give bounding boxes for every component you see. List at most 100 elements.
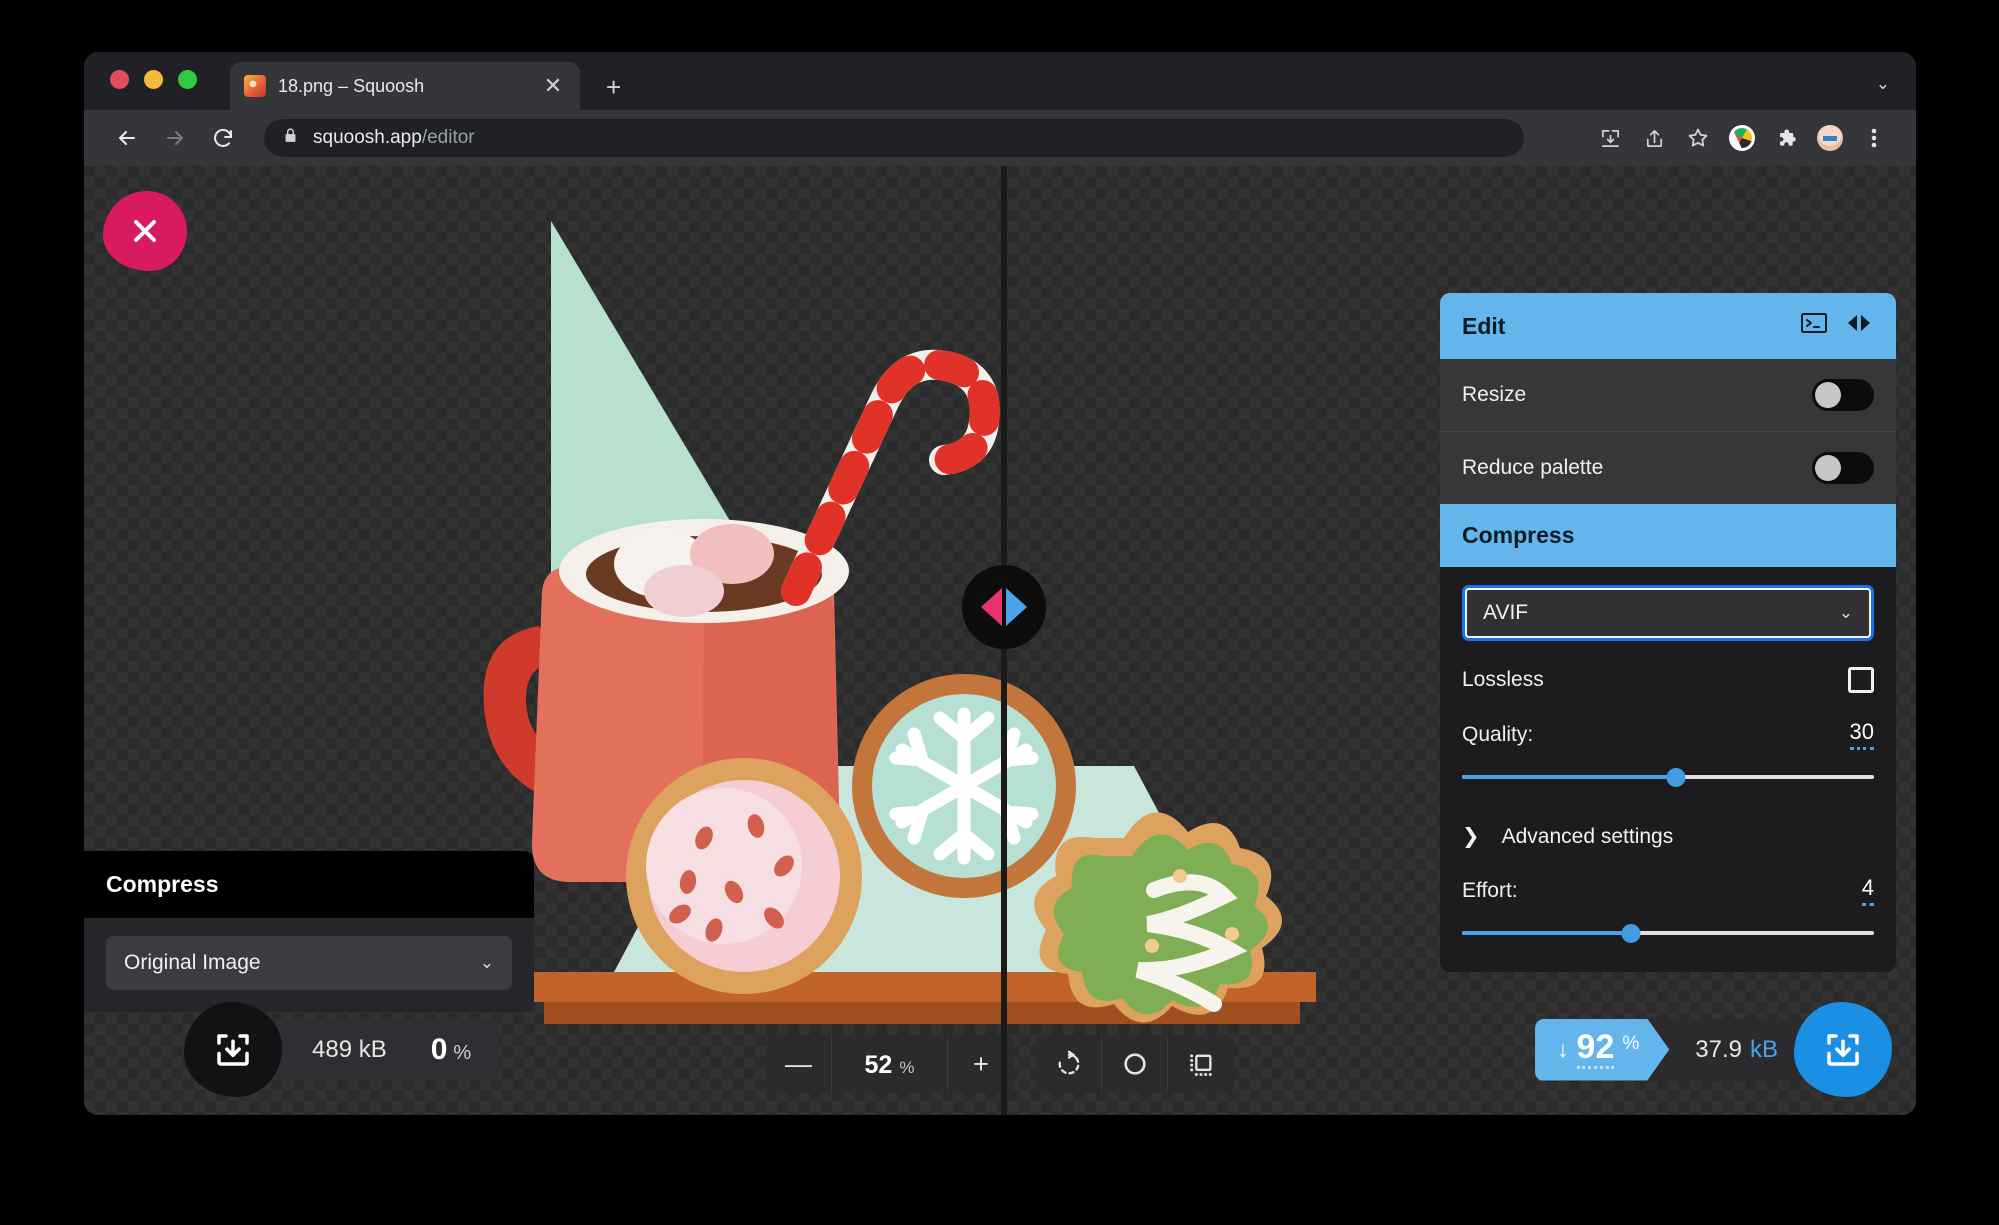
new-tab-button[interactable]: + [606,74,621,100]
quality-value[interactable]: 30 [1849,719,1874,750]
swap-left-right-icon[interactable] [1844,311,1874,341]
color-wheel-extension-icon[interactable] [1722,118,1762,158]
compress-panel-title: Compress [1462,522,1575,548]
lock-icon [282,127,299,149]
left-panel-body: Original Image ⌄ [84,918,534,1012]
percent-sign: % [453,1041,472,1064]
resize-toggle[interactable] [1812,379,1874,411]
zoom-group: — 52 % + [766,1035,1014,1093]
chevron-down-icon: ⌄ [1838,603,1853,622]
toggle-background-button[interactable] [1168,1035,1234,1093]
effort-row: Effort: 4 [1462,875,1874,906]
result-size-value: 37.9 [1695,1035,1742,1063]
right-settings-panel: Edit Resize Reduce palette Compress AVIF… [1440,293,1896,972]
percent-sign: % [899,1058,915,1077]
close-image-button[interactable] [103,191,187,271]
original-stats: 489 kB 0% [184,1002,500,1097]
zoom-level-value: 52 [864,1051,893,1079]
toggle-original-button[interactable] [1102,1035,1168,1093]
download-icon [1827,1033,1859,1066]
zoom-out-button[interactable]: — [766,1035,832,1093]
quality-label: Quality: [1462,722,1534,746]
codec-select-value: AVIF [1483,601,1529,624]
original-image-select-value: Original Image [124,951,261,974]
tab-strip: 18.png – Squoosh ✕ + ⌄ [84,52,1916,110]
browser-tab[interactable]: 18.png – Squoosh ✕ [230,62,580,110]
rotate-button[interactable] [1036,1035,1102,1093]
terminal-icon[interactable] [1800,311,1828,341]
original-percent: 0 [430,1032,448,1066]
browser-toolbar: squoosh.app/editor [84,110,1916,166]
extensions-puzzle-icon[interactable] [1766,118,1806,158]
effort-slider[interactable] [1462,920,1874,946]
squoosh-editor: Compress Original Image ⌄ 489 kB 0% — 52… [84,166,1916,1115]
advanced-settings-toggle[interactable]: ❯ Advanced settings [1462,824,1874,849]
install-app-icon[interactable] [1590,118,1630,158]
chevron-right-icon: ❯ [1462,825,1480,848]
effort-label: Effort: [1462,878,1518,902]
edit-panel-body: Resize Reduce palette [1440,359,1896,504]
original-image-select[interactable]: Original Image ⌄ [106,936,512,990]
share-icon[interactable] [1634,118,1674,158]
lossless-row: Lossless [1462,667,1874,693]
squoosh-favicon-icon [244,75,266,97]
zoom-level-input[interactable]: 52 % [832,1035,948,1093]
traffic-lights [110,70,197,89]
download-original-button[interactable] [184,1002,282,1097]
split-left-arrow-icon [980,588,1002,627]
view-tools-group [1036,1035,1234,1093]
window-maximize-dot[interactable] [178,70,197,89]
download-result-button[interactable] [1794,1002,1892,1097]
advanced-settings-label: Advanced settings [1501,824,1674,848]
browser-window: 18.png – Squoosh ✕ + ⌄ squoosh.app/edito… [84,52,1916,1115]
result-percent: 92 [1577,1030,1615,1069]
edit-header-icons [1800,311,1874,341]
chevron-down-icon[interactable]: ⌄ [1876,74,1890,94]
compress-panel-body: AVIF ⌄ Lossless Quality: 30 ❯ Advanced s… [1440,567,1896,972]
quality-slider-fill [1462,775,1677,779]
percent-sign: % [1622,1032,1640,1054]
toolbar-actions [1590,118,1894,158]
reduce-palette-toggle[interactable] [1812,452,1874,484]
effort-slider-fill [1462,931,1631,935]
effort-value[interactable]: 4 [1861,875,1874,906]
result-size-unit: kB [1749,1035,1778,1063]
comparison-split-handle[interactable] [961,565,1046,650]
edit-panel-title: Edit [1462,312,1506,339]
chevron-down-icon: ⌄ [479,953,494,972]
url-text: squoosh.app/editor [313,127,475,149]
reduce-palette-label: Reduce palette [1462,456,1604,479]
quality-slider-knob[interactable] [1666,768,1686,787]
left-panel-title: Compress [84,851,534,918]
lossless-label: Lossless [1462,668,1544,691]
address-bar[interactable]: squoosh.app/editor [264,119,1524,157]
back-button[interactable] [106,117,148,159]
tab-close-icon[interactable]: ✕ [540,75,566,97]
window-minimize-dot[interactable] [144,70,163,89]
effort-slider-knob[interactable] [1621,924,1641,943]
window-close-dot[interactable] [110,70,129,89]
left-compress-panel: Compress Original Image ⌄ [84,851,534,1012]
rotate-icon [1058,1050,1080,1075]
bookmark-star-icon[interactable] [1678,118,1718,158]
result-percent-chip: ↓ 92 % [1535,1019,1669,1081]
resize-row: Resize [1440,359,1896,431]
result-size: 37.9 kB [1669,1019,1810,1081]
url-host: squoosh.app [313,127,422,148]
close-icon [134,220,156,242]
resize-label: Resize [1462,383,1527,406]
download-icon [217,1033,249,1066]
quality-slider[interactable] [1462,764,1874,790]
reload-button[interactable] [202,117,244,159]
original-size-text: 489 kB [312,1035,387,1063]
browser-menu-icon[interactable] [1854,118,1894,158]
split-right-arrow-icon [1005,588,1027,627]
codec-select[interactable]: AVIF ⌄ [1462,585,1874,641]
result-stats: ↓ 92 % 37.9 kB [1535,1002,1892,1097]
toggle-background-icon [1190,1054,1212,1077]
down-arrow-icon: ↓ [1557,1036,1569,1062]
forward-button[interactable] [154,117,196,159]
profile-avatar-icon[interactable] [1810,118,1850,158]
lossless-checkbox[interactable] [1848,667,1874,693]
reduce-palette-row: Reduce palette [1440,431,1896,504]
